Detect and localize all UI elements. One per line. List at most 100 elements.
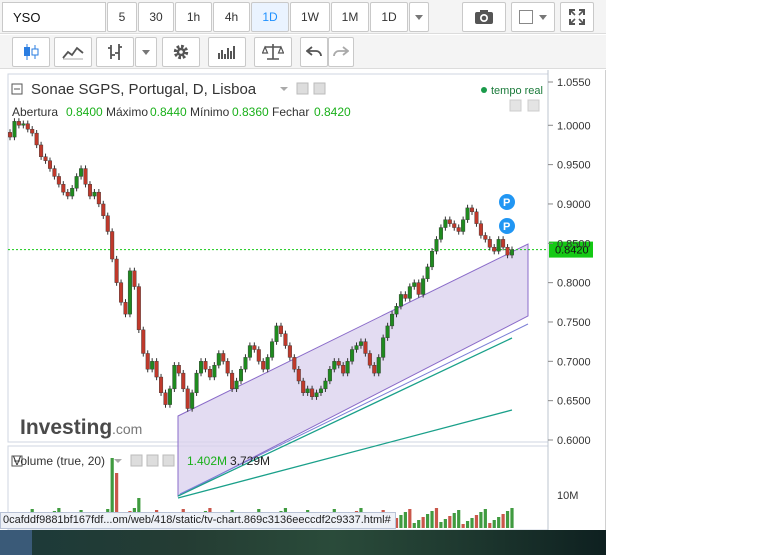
candle-body (83, 168, 88, 185)
gear-icon[interactable] (313, 82, 326, 95)
candle-body (176, 365, 181, 374)
candle-body (56, 176, 61, 185)
interval-1w[interactable]: 1W (290, 2, 330, 32)
eye-icon[interactable] (296, 82, 309, 95)
price-tick-label: 0.6500 (557, 396, 591, 408)
interval-dropdown-button[interactable] (409, 2, 429, 32)
volume-bar (452, 513, 456, 528)
snapshot-button[interactable] (462, 2, 506, 32)
chart-type-candles-button[interactable] (12, 37, 50, 67)
ohlc-open-label: Abertura (12, 105, 58, 119)
candle-body (167, 388, 172, 405)
candle-body (34, 132, 39, 146)
candle-body (256, 349, 261, 362)
interval-1d[interactable]: 1D (251, 2, 289, 32)
undo-button[interactable] (300, 37, 328, 67)
candle-body (465, 207, 470, 220)
volume-bar (448, 516, 452, 528)
chart-title: Sonae SGPS, Portugal, D, Lisboa (31, 81, 257, 98)
candle-body (287, 345, 292, 358)
interval-5m[interactable]: 5 (107, 2, 137, 32)
candle-body (416, 282, 421, 295)
candle-body (79, 168, 84, 177)
symbol-search-input[interactable] (2, 2, 106, 32)
balance-icon (262, 44, 284, 60)
volume-bar (430, 511, 434, 528)
compare-dropdown-button[interactable] (135, 37, 157, 67)
price-tick-label: 1.0000 (557, 120, 591, 132)
price-tick-label: 0.6000 (557, 435, 591, 447)
candle-body (292, 357, 297, 370)
candle-body (452, 223, 457, 228)
candle-body (207, 368, 212, 378)
candle-body (159, 376, 164, 393)
candle-body (487, 239, 492, 248)
candle-body (278, 325, 283, 334)
candle-body (145, 353, 150, 370)
candle-body (274, 325, 279, 342)
candle-body (341, 365, 346, 374)
close-icon[interactable] (162, 454, 175, 467)
candle-body (350, 349, 355, 362)
settings-button[interactable] (162, 37, 200, 67)
candle-body (52, 168, 57, 177)
redo-button[interactable] (328, 37, 354, 67)
candle-body (381, 337, 386, 358)
ohlc-high-label: Máximo (106, 105, 148, 119)
taskbar-start[interactable] (0, 530, 32, 555)
compare-button[interactable] (96, 37, 134, 67)
candle-body (252, 345, 257, 350)
candle-body (345, 361, 350, 374)
watermark-brand: Investing (20, 416, 112, 439)
candle-body (478, 223, 483, 236)
candle-body (87, 184, 92, 197)
interval-4h[interactable]: 4h (213, 2, 250, 32)
undo-icon (306, 46, 322, 57)
scroll-up-icon[interactable] (527, 99, 540, 112)
indicators-button[interactable] (54, 37, 92, 67)
candle-body (110, 231, 115, 260)
candle-body (163, 392, 168, 405)
interval-custom[interactable]: 1D (370, 2, 408, 32)
candle-body (470, 207, 475, 213)
drawing-toolbar (0, 35, 606, 69)
candle-body (443, 219, 448, 228)
candle-body (403, 294, 408, 299)
candle-body (496, 239, 501, 252)
bars-button[interactable] (208, 37, 246, 67)
candle-body (43, 156, 48, 161)
realtime-label: tempo real (491, 85, 543, 97)
candle-body (190, 392, 195, 409)
fullscreen-button[interactable] (560, 2, 594, 32)
chart-area[interactable]: 0.8420 1.0550 1.0000 0.9500 0.9000 0.8500 0.8… (0, 70, 606, 530)
candle-body (243, 357, 248, 370)
eye-icon[interactable] (130, 454, 143, 467)
fullscreen-icon (569, 9, 585, 25)
candle-body (332, 361, 337, 370)
candle-body (225, 361, 230, 374)
interval-30m[interactable]: 30 (138, 2, 174, 32)
candle-body (199, 361, 204, 374)
interval-1h[interactable]: 1h (175, 2, 212, 32)
chevron-down-icon (415, 14, 423, 20)
candle-body (21, 123, 26, 126)
candle-body (390, 313, 395, 327)
candle-body (412, 282, 417, 287)
candle-body (216, 353, 221, 366)
gear-icon[interactable] (146, 454, 159, 467)
scale-button[interactable] (254, 37, 292, 67)
candle-body (127, 270, 132, 315)
candle-body (421, 278, 426, 295)
price-chart[interactable]: 0.8420 1.0550 1.0000 0.9500 0.9000 0.8500 0.8… (0, 70, 606, 530)
gear-icon (173, 44, 189, 60)
volume-bar (425, 514, 430, 528)
chevron-down-icon (539, 14, 547, 20)
candle-body (336, 361, 341, 366)
interval-1m[interactable]: 1M (331, 2, 369, 32)
chevron-down-icon (142, 49, 150, 55)
candle-body (296, 368, 301, 382)
scroll-down-icon[interactable] (509, 99, 522, 112)
candle-body (25, 123, 30, 130)
candle-body (372, 365, 377, 374)
color-picker-button[interactable] (511, 2, 555, 32)
